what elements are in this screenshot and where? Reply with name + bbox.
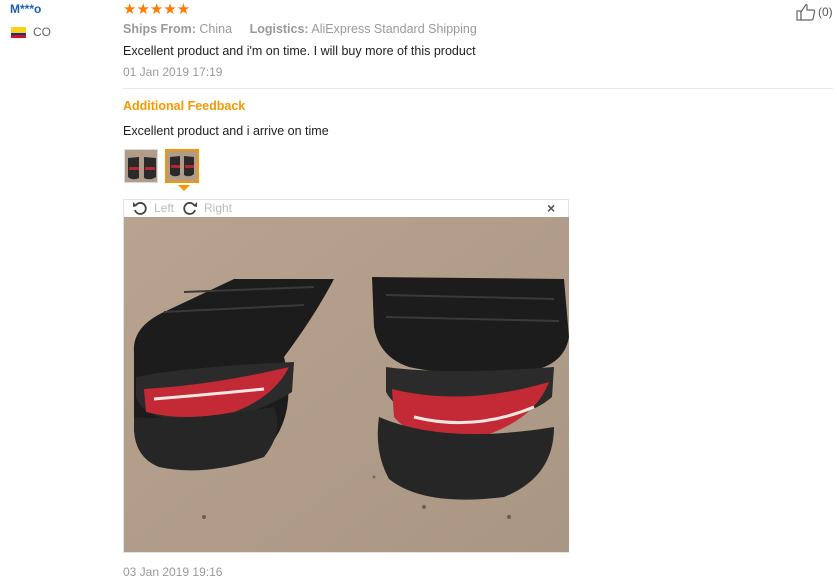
review-date: 01 Jan 2019 17:19 [123, 65, 223, 79]
additional-feedback-text: Excellent product and i arrive on time [123, 124, 329, 138]
shipping-meta: Ships From: China Logistics: AliExpress … [123, 22, 477, 36]
helpful-like-button[interactable]: (0) [796, 3, 833, 21]
divider [123, 88, 833, 89]
rotate-right-icon [183, 202, 197, 215]
reviewer-country: CO [33, 25, 51, 39]
rotate-left-button[interactable]: Left [132, 200, 174, 216]
logistics-value: AliExpress Standard Shipping [311, 22, 477, 36]
ships-from-value: China [199, 22, 233, 36]
review-photo-thumbnail-2-selected[interactable] [165, 149, 199, 183]
helpful-count: (0) [818, 5, 833, 19]
review-photo-thumbnail-1[interactable] [124, 149, 158, 183]
review-text: Excellent product and i'm on time. I wil… [123, 44, 476, 58]
close-viewer-button[interactable]: × [547, 200, 555, 216]
thumbs-up-icon [796, 4, 816, 21]
star-rating: ★★★★★ [123, 1, 191, 18]
photo-viewer-toolbar: Left Right [124, 200, 568, 217]
logistics-label: Logistics: [249, 22, 309, 36]
review-photo-large [124, 217, 569, 552]
rotate-left-label: Left [154, 201, 175, 215]
rotate-left-icon [133, 202, 147, 215]
ships-from-label: Ships From: [123, 22, 196, 36]
selected-thumbnail-caret [178, 185, 190, 191]
rotate-right-label: Right [204, 201, 233, 215]
colombia-flag-icon [11, 27, 26, 38]
reviewer-name: M***o [10, 2, 42, 16]
additional-feedback-title: Additional Feedback [123, 99, 246, 113]
rotate-right-button[interactable]: Right [182, 200, 232, 216]
